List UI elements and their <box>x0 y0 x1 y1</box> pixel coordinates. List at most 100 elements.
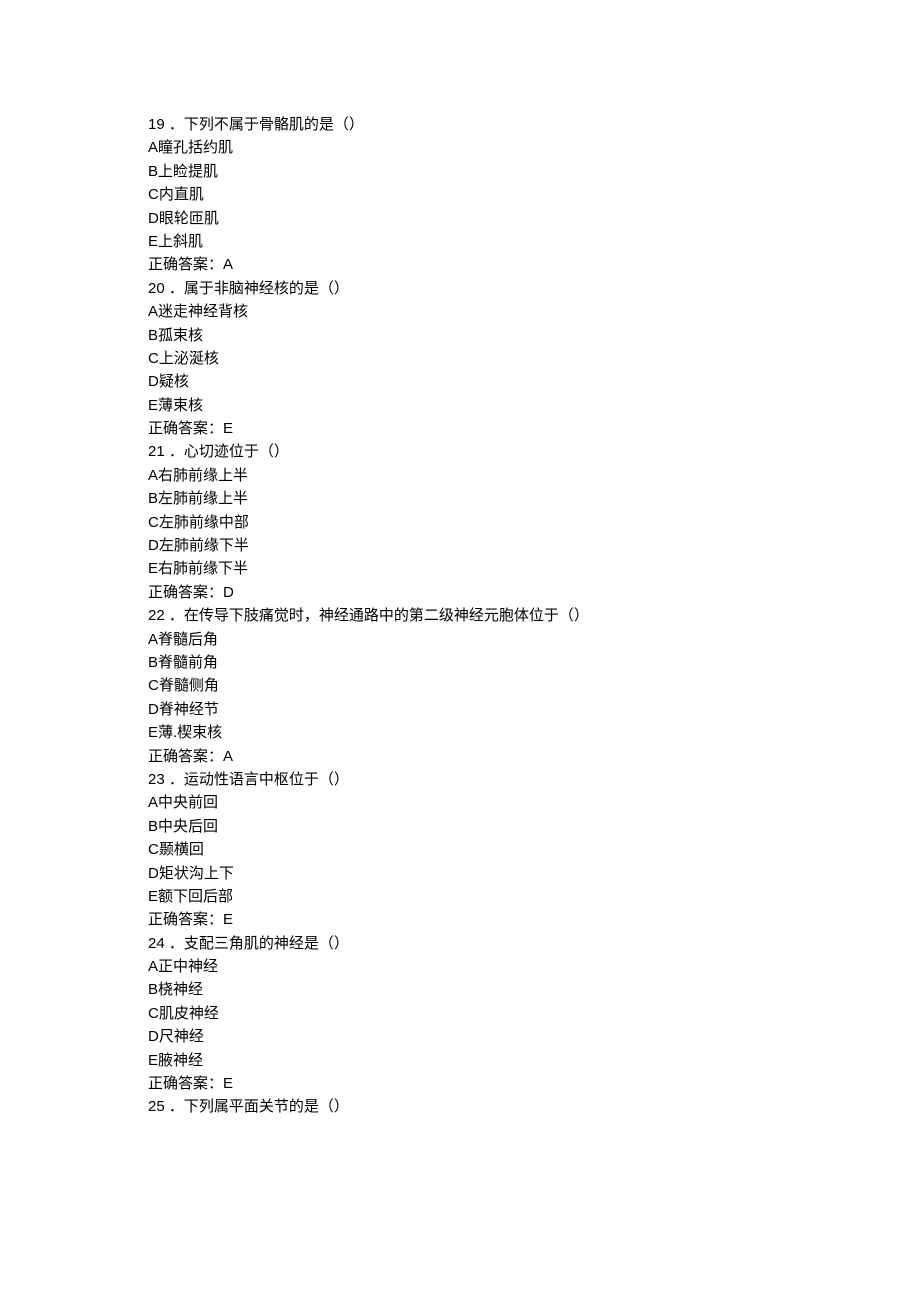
option-text: 桡神经 <box>158 981 203 998</box>
option-label: D <box>148 865 159 882</box>
option-line: C内直肌 <box>148 183 920 206</box>
option-text: 右肺前缘上半 <box>158 467 248 484</box>
option-line: E薄束核 <box>148 394 920 417</box>
answer-line: 正确答案：E <box>148 417 920 440</box>
option-label: C <box>148 1005 159 1022</box>
answer-value: E <box>223 911 233 928</box>
option-text: 内直肌 <box>159 186 204 203</box>
option-line: B孤束核 <box>148 324 920 347</box>
question-block: 21 ．心切迹位于（）A右肺前缘上半B左肺前缘上半C左肺前缘中部D左肺前缘下半E… <box>148 440 920 604</box>
question-separator: ． <box>165 280 184 297</box>
option-label: D <box>148 1028 159 1045</box>
option-text: 右肺前缘下半 <box>158 560 248 577</box>
option-line: A脊髓后角 <box>148 628 920 651</box>
question-separator: ． <box>165 1098 184 1115</box>
question-text: 属于非脑神经核的是（） <box>184 280 349 297</box>
option-text: 腋神经 <box>158 1052 203 1069</box>
option-line: D矩状沟上下 <box>148 862 920 885</box>
option-label: C <box>148 186 159 203</box>
option-text: 矩状沟上下 <box>159 865 234 882</box>
option-label: C <box>148 350 159 367</box>
answer-prefix: 正确答案： <box>148 420 223 437</box>
option-label: A <box>148 958 158 975</box>
question-text: 在传导下肢痛觉时，神经通路中的第二级神经元胞体位于（） <box>184 607 589 624</box>
option-text: 薄束核 <box>158 397 203 414</box>
option-line: C肌皮神经 <box>148 1002 920 1025</box>
question-text: 运动性语言中枢位于（） <box>184 771 349 788</box>
option-text: 脊髓后角 <box>158 631 218 648</box>
option-line: E上斜肌 <box>148 230 920 253</box>
option-text: 疑核 <box>159 373 189 390</box>
option-line: B上睑提肌 <box>148 160 920 183</box>
question-number: 24 <box>148 935 165 952</box>
question-block: 23 ．运动性语言中枢位于（）A中央前回B中央后回C颞横回D矩状沟上下E额下回后… <box>148 768 920 932</box>
option-label: D <box>148 210 159 227</box>
answer-prefix: 正确答案： <box>148 748 223 765</box>
answer-value: A <box>223 256 233 273</box>
option-line: B左肺前缘上半 <box>148 487 920 510</box>
option-label: A <box>148 467 158 484</box>
option-label: D <box>148 701 159 718</box>
question-line: 20 ．属于非脑神经核的是（） <box>148 277 920 300</box>
option-line: E腋神经 <box>148 1049 920 1072</box>
option-text: 脊髓前角 <box>158 654 218 671</box>
option-line: D脊神经节 <box>148 698 920 721</box>
option-label: B <box>148 327 158 344</box>
question-number: 23 <box>148 771 165 788</box>
option-label: E <box>148 397 158 414</box>
question-block: 19 ．下列不属于骨骼肌的是（）A瞳孔括约肌B上睑提肌C内直肌D眼轮匝肌E上斜肌… <box>148 113 920 277</box>
question-separator: ． <box>165 443 184 460</box>
option-text: 额下回后部 <box>158 888 233 905</box>
option-line: C脊髓侧角 <box>148 674 920 697</box>
option-text: 颞横回 <box>159 841 204 858</box>
option-text: 脊神经节 <box>159 701 219 718</box>
option-text: 脊髓侧角 <box>159 677 219 694</box>
option-line: C左肺前缘中部 <box>148 511 920 534</box>
option-label: A <box>148 794 158 811</box>
option-text: 肌皮神经 <box>159 1005 219 1022</box>
answer-line: 正确答案：E <box>148 908 920 931</box>
option-label: A <box>148 139 158 156</box>
option-label: A <box>148 631 158 648</box>
option-text: 迷走神经背核 <box>158 303 248 320</box>
option-label: C <box>148 677 159 694</box>
option-line: D尺神经 <box>148 1025 920 1048</box>
option-label: D <box>148 373 159 390</box>
answer-line: 正确答案：D <box>148 581 920 604</box>
option-line: D左肺前缘下半 <box>148 534 920 557</box>
option-text: 上睑提肌 <box>158 163 218 180</box>
answer-prefix: 正确答案： <box>148 1075 223 1092</box>
question-separator: ． <box>165 771 184 788</box>
option-line: A迷走神经背核 <box>148 300 920 323</box>
option-text: 左肺前缘上半 <box>158 490 248 507</box>
question-line: 22 ．在传导下肢痛觉时，神经通路中的第二级神经元胞体位于（） <box>148 604 920 627</box>
option-line: A中央前回 <box>148 791 920 814</box>
answer-value: D <box>223 584 234 601</box>
option-text: 尺神经 <box>159 1028 204 1045</box>
answer-line: 正确答案：E <box>148 1072 920 1095</box>
option-line: A瞳孔括约肌 <box>148 136 920 159</box>
answer-prefix: 正确答案： <box>148 911 223 928</box>
question-line: 21 ．心切迹位于（） <box>148 440 920 463</box>
question-separator: ． <box>165 935 184 952</box>
option-label: E <box>148 1052 158 1069</box>
option-text: 左肺前缘下半 <box>159 537 249 554</box>
answer-prefix: 正确答案： <box>148 256 223 273</box>
option-label: E <box>148 560 158 577</box>
option-text: 左肺前缘中部 <box>159 514 249 531</box>
option-line: B脊髓前角 <box>148 651 920 674</box>
option-line: E额下回后部 <box>148 885 920 908</box>
option-label: D <box>148 537 159 554</box>
question-number: 25 <box>148 1098 165 1115</box>
question-block: 20 ．属于非脑神经核的是（）A迷走神经背核B孤束核C上泌涎核D疑核E薄束核正确… <box>148 277 920 441</box>
option-line: E薄.楔束核 <box>148 721 920 744</box>
option-text: 薄.楔束核 <box>158 724 222 741</box>
option-label: B <box>148 981 158 998</box>
answer-line: 正确答案：A <box>148 745 920 768</box>
question-text: 下列不属于骨骼肌的是（） <box>184 116 364 133</box>
question-text: 下列属平面关节的是（） <box>184 1098 349 1115</box>
option-label: B <box>148 654 158 671</box>
answer-value: E <box>223 1075 233 1092</box>
option-text: 中央后回 <box>158 818 218 835</box>
question-number: 22 <box>148 607 165 624</box>
